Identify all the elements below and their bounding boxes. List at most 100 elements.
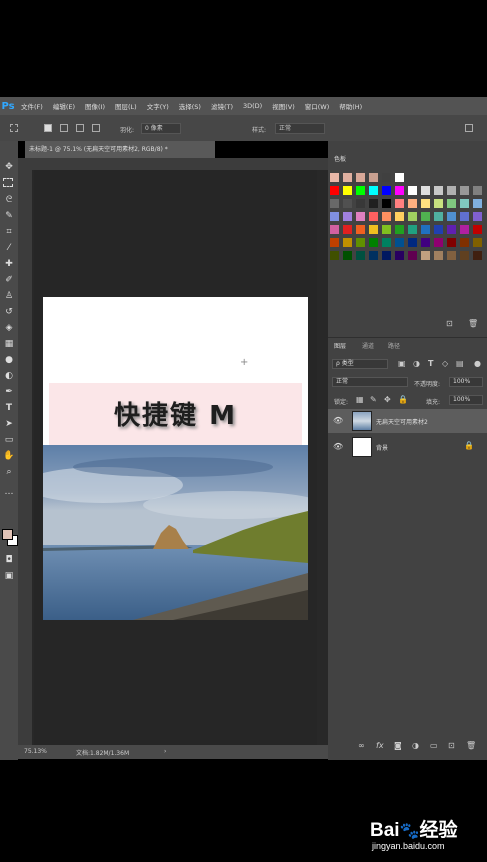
color-swatch[interactable] (330, 186, 339, 195)
marquee-tool-preset-icon[interactable] (10, 124, 18, 132)
color-swatch[interactable] (447, 251, 456, 260)
quick-mask-icon[interactable]: ◘ (3, 554, 15, 566)
color-swatch[interactable] (473, 212, 482, 221)
color-swatch[interactable] (356, 225, 365, 234)
history-brush-tool-icon[interactable]: ↺ (3, 306, 15, 318)
color-swatch[interactable] (395, 225, 404, 234)
color-swatch[interactable] (460, 212, 469, 221)
adjustment-icon[interactable]: ◑ (412, 741, 419, 750)
zoom-level[interactable]: 75.13% (24, 748, 47, 755)
color-swatch[interactable] (369, 212, 378, 221)
subtract-selection-icon[interactable] (76, 124, 84, 132)
color-swatch[interactable] (460, 251, 469, 260)
color-swatch[interactable] (343, 186, 352, 195)
layer-row-photo[interactable]: 👁 无扁天空可用素材2 (328, 409, 487, 433)
color-swatch[interactable] (434, 186, 443, 195)
color-swatch[interactable] (330, 251, 339, 260)
blur-tool-icon[interactable]: ● (3, 354, 15, 366)
path-select-tool-icon[interactable]: ➤ (3, 418, 15, 430)
lasso-tool-icon[interactable]: ᘓ (3, 194, 15, 206)
filter-shape-icon[interactable]: ◇ (442, 359, 448, 368)
color-swatch[interactable] (356, 251, 365, 260)
document-tab[interactable]: 未标题-1 @ 75.1% (无扁天空可用素材2, RGB/8) * (25, 141, 215, 158)
screen-mode-icon[interactable]: ▣ (3, 570, 15, 582)
color-swatch[interactable] (369, 238, 378, 247)
crop-tool-icon[interactable]: ⌗ (3, 226, 15, 238)
color-swatch[interactable] (434, 251, 443, 260)
color-swatch[interactable] (473, 251, 482, 260)
canvas[interactable]: 快捷键 M (43, 297, 308, 620)
fx-icon[interactable]: fx (376, 741, 384, 750)
layer-name[interactable]: 无扁天空可用素材2 (376, 417, 428, 426)
filter-smart-object-icon[interactable]: ▤ (456, 359, 464, 368)
eyedropper-tool-icon[interactable]: ⁄ (3, 242, 15, 254)
more-tools-icon[interactable]: … (3, 486, 15, 498)
color-swatch[interactable] (369, 225, 378, 234)
vertical-ruler[interactable] (18, 170, 32, 748)
color-swatch[interactable] (460, 199, 469, 208)
color-swatch[interactable] (382, 251, 391, 260)
swatches-panel-title[interactable]: 色板 (334, 154, 346, 163)
marquee-tool-icon[interactable] (3, 178, 13, 187)
color-swatch[interactable] (434, 199, 443, 208)
color-swatch[interactable] (369, 251, 378, 260)
color-swatch[interactable] (395, 173, 404, 182)
color-swatch[interactable] (408, 212, 417, 221)
color-swatch[interactable] (434, 238, 443, 247)
gradient-tool-icon[interactable]: ▦ (3, 338, 15, 350)
link-icon[interactable]: ∞ (358, 741, 365, 750)
lock-position-icon[interactable]: ✥ (384, 395, 391, 404)
color-swatch[interactable] (395, 251, 404, 260)
tab-layers[interactable]: 图层 (334, 341, 346, 350)
color-swatch[interactable] (343, 199, 352, 208)
visibility-eye-icon[interactable]: 👁 (333, 442, 343, 451)
color-swatch[interactable] (421, 199, 430, 208)
rectangle-tool-icon[interactable]: ▭ (3, 434, 15, 446)
color-swatch[interactable] (447, 225, 456, 234)
dodge-tool-icon[interactable]: ◐ (3, 370, 15, 382)
zoom-tool-icon[interactable]: ⌕ (3, 466, 15, 478)
style-select[interactable]: 正常 (275, 123, 325, 134)
color-swatch[interactable] (356, 173, 365, 182)
color-swatch[interactable] (473, 225, 482, 234)
color-swatch[interactable] (434, 212, 443, 221)
color-swatch[interactable] (408, 199, 417, 208)
fill-input[interactable]: 100% (449, 395, 483, 405)
quick-select-tool-icon[interactable]: ✎ (3, 210, 15, 222)
lock-pixels-icon[interactable]: ✎ (370, 395, 377, 404)
menu-filter[interactable]: 滤镜(T) (206, 101, 238, 111)
color-swatch[interactable] (473, 186, 482, 195)
lock-all-icon[interactable]: 🔒 (398, 395, 408, 404)
color-swatch[interactable] (330, 225, 339, 234)
color-swatch[interactable] (460, 238, 469, 247)
color-swatch[interactable] (343, 173, 352, 182)
color-swatch[interactable] (473, 238, 482, 247)
trash-icon[interactable]: 🗑 (466, 741, 476, 750)
color-swatch[interactable] (395, 186, 404, 195)
tab-channels[interactable]: 通道 (362, 341, 374, 350)
color-swatch[interactable] (447, 238, 456, 247)
menu-layer[interactable]: 图层(L) (110, 101, 142, 111)
color-swatch[interactable] (356, 238, 365, 247)
menu-view[interactable]: 视图(V) (267, 101, 300, 111)
color-swatch[interactable] (343, 251, 352, 260)
color-swatch[interactable] (408, 251, 417, 260)
color-swatch[interactable] (421, 225, 430, 234)
group-icon[interactable]: ▭ (430, 741, 438, 750)
filter-type-icon[interactable]: T (428, 359, 433, 368)
color-swatch[interactable] (330, 212, 339, 221)
brush-tool-icon[interactable]: ✐ (3, 274, 15, 286)
pen-tool-icon[interactable]: ✒ (3, 386, 15, 398)
color-swatch[interactable] (369, 199, 378, 208)
layer-filter-select[interactable]: ρ 类型 (332, 359, 388, 369)
mask-icon[interactable]: ◙ (394, 741, 402, 750)
hand-tool-icon[interactable]: ✋ (3, 450, 15, 462)
tab-paths[interactable]: 路径 (388, 341, 400, 350)
color-swatch[interactable] (330, 238, 339, 247)
layer-row-background[interactable]: 👁 背景 🔒 (328, 435, 487, 459)
color-swatch[interactable] (382, 186, 391, 195)
feather-input[interactable]: 0 像素 (141, 123, 181, 134)
color-swatch[interactable] (473, 199, 482, 208)
color-swatch[interactable] (343, 225, 352, 234)
color-swatch[interactable] (408, 186, 417, 195)
